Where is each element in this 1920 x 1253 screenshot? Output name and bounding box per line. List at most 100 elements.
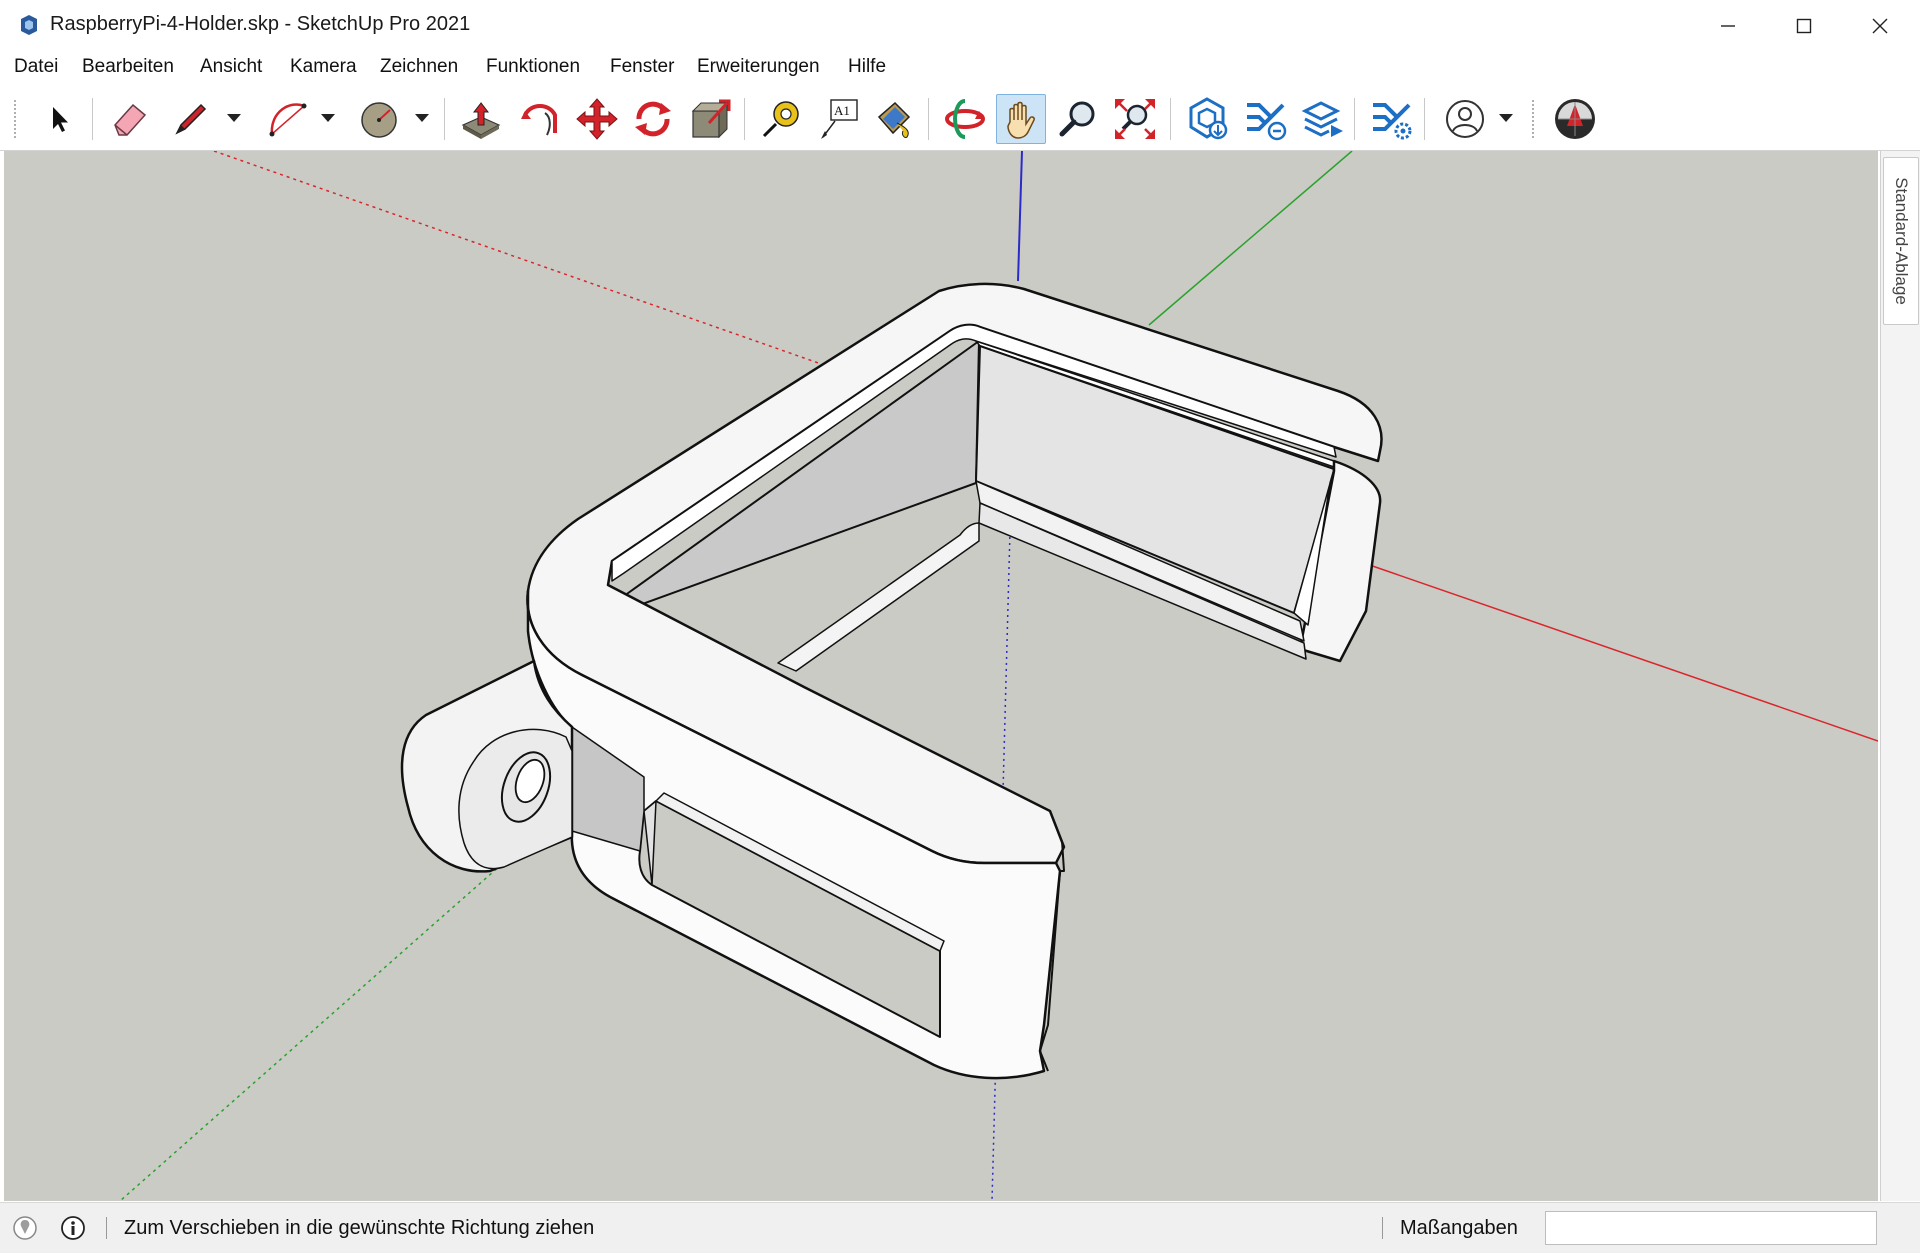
push-pull-tool-button[interactable] (456, 94, 506, 144)
circle-tool-button[interactable] (354, 94, 404, 144)
red-axis-positive (1357, 560, 1878, 742)
menu-funktionen[interactable]: Funktionen (486, 56, 580, 78)
status-separator (1382, 1217, 1383, 1239)
extension-manager-button[interactable] (1366, 94, 1416, 144)
account-icon (1446, 100, 1484, 138)
toolbar-separator (92, 98, 93, 140)
3d-warehouse-button[interactable] (1182, 94, 1232, 144)
zoom-tool-button[interactable] (1054, 94, 1104, 144)
menu-fenster[interactable]: Fenster (610, 56, 674, 78)
pan-tool-button[interactable] (996, 94, 1046, 144)
circle-icon (361, 102, 397, 138)
push-pull-icon (461, 102, 501, 139)
menu-kamera[interactable]: Kamera (290, 56, 357, 78)
status-separator (106, 1217, 107, 1239)
maximize-button[interactable] (1766, 0, 1842, 52)
pan-hand-icon (1007, 101, 1035, 139)
toolbar-separator (1424, 98, 1425, 140)
minimize-button[interactable] (1690, 0, 1766, 52)
menu-datei-label: Datei (14, 56, 59, 77)
text-icon: A1 (821, 99, 858, 139)
toolbar-separator (744, 98, 745, 140)
zoom-icon (1059, 101, 1095, 137)
orbit-tool-button[interactable] (940, 94, 990, 144)
eraser-icon (114, 103, 147, 136)
status-bar: Zum Verschieben in die gewünschte Richtu… (0, 1202, 1920, 1253)
status-message: Zum Verschieben in die gewünschte Richtu… (124, 1217, 595, 1239)
arc-dropdown-icon[interactable] (318, 108, 338, 128)
pencil-line-icon (175, 103, 207, 135)
green-axis-positive (1148, 151, 1353, 326)
geo-location-icon[interactable] (12, 1215, 38, 1241)
menu-erweiterungen[interactable]: Erweiterungen (697, 56, 820, 78)
tray-tab-standard-ablage[interactable]: Standard-Ablage (1883, 157, 1919, 325)
rotate-tool-button[interactable] (628, 94, 678, 144)
red-axis-negative (213, 151, 825, 366)
text-tool-label: A1 (834, 103, 850, 118)
menu-hilfe[interactable]: Hilfe (848, 56, 886, 78)
arc-icon (269, 103, 307, 137)
menu-fenster-label: Fenster (610, 56, 675, 77)
minimize-icon (1721, 25, 1735, 27)
menu-datei[interactable]: Datei (14, 56, 58, 78)
menu-funktionen-label: Funktionen (486, 56, 581, 77)
move-icon (576, 98, 618, 140)
3d-warehouse-icon (1189, 97, 1228, 140)
tape-measure-tool-button[interactable] (756, 94, 806, 144)
title-bar: RaspberryPi-4-Holder.skp - SketchUp Pro … (0, 0, 1920, 52)
toolbar-separator (444, 98, 445, 140)
menu-zeichnen[interactable]: Zeichnen (380, 56, 458, 78)
blue-axis-positive (1017, 151, 1023, 282)
model-canvas[interactable] (4, 151, 1878, 1201)
right-tray: Standard-Ablage (1880, 151, 1920, 1201)
extension-warehouse-button[interactable] (1240, 94, 1290, 144)
orbit-icon (945, 99, 985, 139)
rotate-icon (635, 101, 671, 137)
select-arrow-icon (53, 107, 68, 132)
main-toolbar: A1 (0, 86, 1920, 151)
account-dropdown-icon[interactable] (1496, 108, 1516, 128)
window-title: RaspberryPi-4-Holder.skp - SketchUp Pro … (50, 13, 471, 35)
toolbar-separator (1354, 98, 1355, 140)
scale-icon (691, 99, 731, 139)
trimble-connect-icon (1555, 99, 1595, 139)
info-icon[interactable] (60, 1215, 86, 1241)
line-tool-button[interactable] (166, 94, 216, 144)
toolbar-grip[interactable] (1532, 100, 1537, 138)
zoom-extents-tool-button[interactable] (1110, 94, 1160, 144)
paint-bucket-tool-button[interactable] (868, 94, 918, 144)
move-tool-button[interactable] (572, 94, 622, 144)
drawing-viewport[interactable] (4, 151, 1878, 1201)
menu-bearbeiten[interactable]: Bearbeiten (82, 56, 174, 78)
text-tool-button[interactable]: A1 (814, 94, 864, 144)
menu-ansicht-label: Ansicht (200, 56, 263, 77)
menu-bearbeiten-label: Bearbeiten (82, 56, 174, 77)
follow-me-tool-button[interactable] (514, 94, 564, 144)
account-button[interactable] (1440, 94, 1490, 144)
menu-bar: Datei Bearbeiten Ansicht Kamera Zeichnen… (0, 52, 1920, 86)
zoom-extents-icon (1115, 99, 1155, 139)
paint-bucket-icon (877, 101, 911, 138)
scale-tool-button[interactable] (686, 94, 736, 144)
eraser-tool-button[interactable] (104, 94, 154, 144)
toolbar-separator (1170, 98, 1171, 140)
menu-hilfe-label: Hilfe (848, 56, 887, 77)
sketchup-icon (21, 15, 37, 35)
measurements-input[interactable] (1545, 1211, 1877, 1245)
menu-erweiterungen-label: Erweiterungen (697, 56, 820, 77)
arc-tool-button[interactable] (262, 94, 312, 144)
menu-kamera-label: Kamera (290, 56, 357, 77)
select-tool-button[interactable] (34, 94, 84, 144)
layout-send-icon (1301, 101, 1343, 137)
extension-warehouse-icon (1247, 103, 1287, 141)
trimble-connect-button[interactable] (1550, 94, 1600, 144)
circle-dropdown-icon[interactable] (412, 108, 432, 128)
layout-send-button[interactable] (1298, 94, 1348, 144)
toolbar-grip[interactable] (14, 100, 19, 138)
measurements-label: Maßangaben (1400, 1217, 1518, 1239)
holder-model[interactable] (400, 282, 1383, 1095)
close-button[interactable] (1842, 0, 1918, 52)
tape-measure-icon (762, 101, 799, 138)
menu-ansicht[interactable]: Ansicht (200, 56, 262, 78)
line-dropdown-icon[interactable] (224, 108, 244, 128)
